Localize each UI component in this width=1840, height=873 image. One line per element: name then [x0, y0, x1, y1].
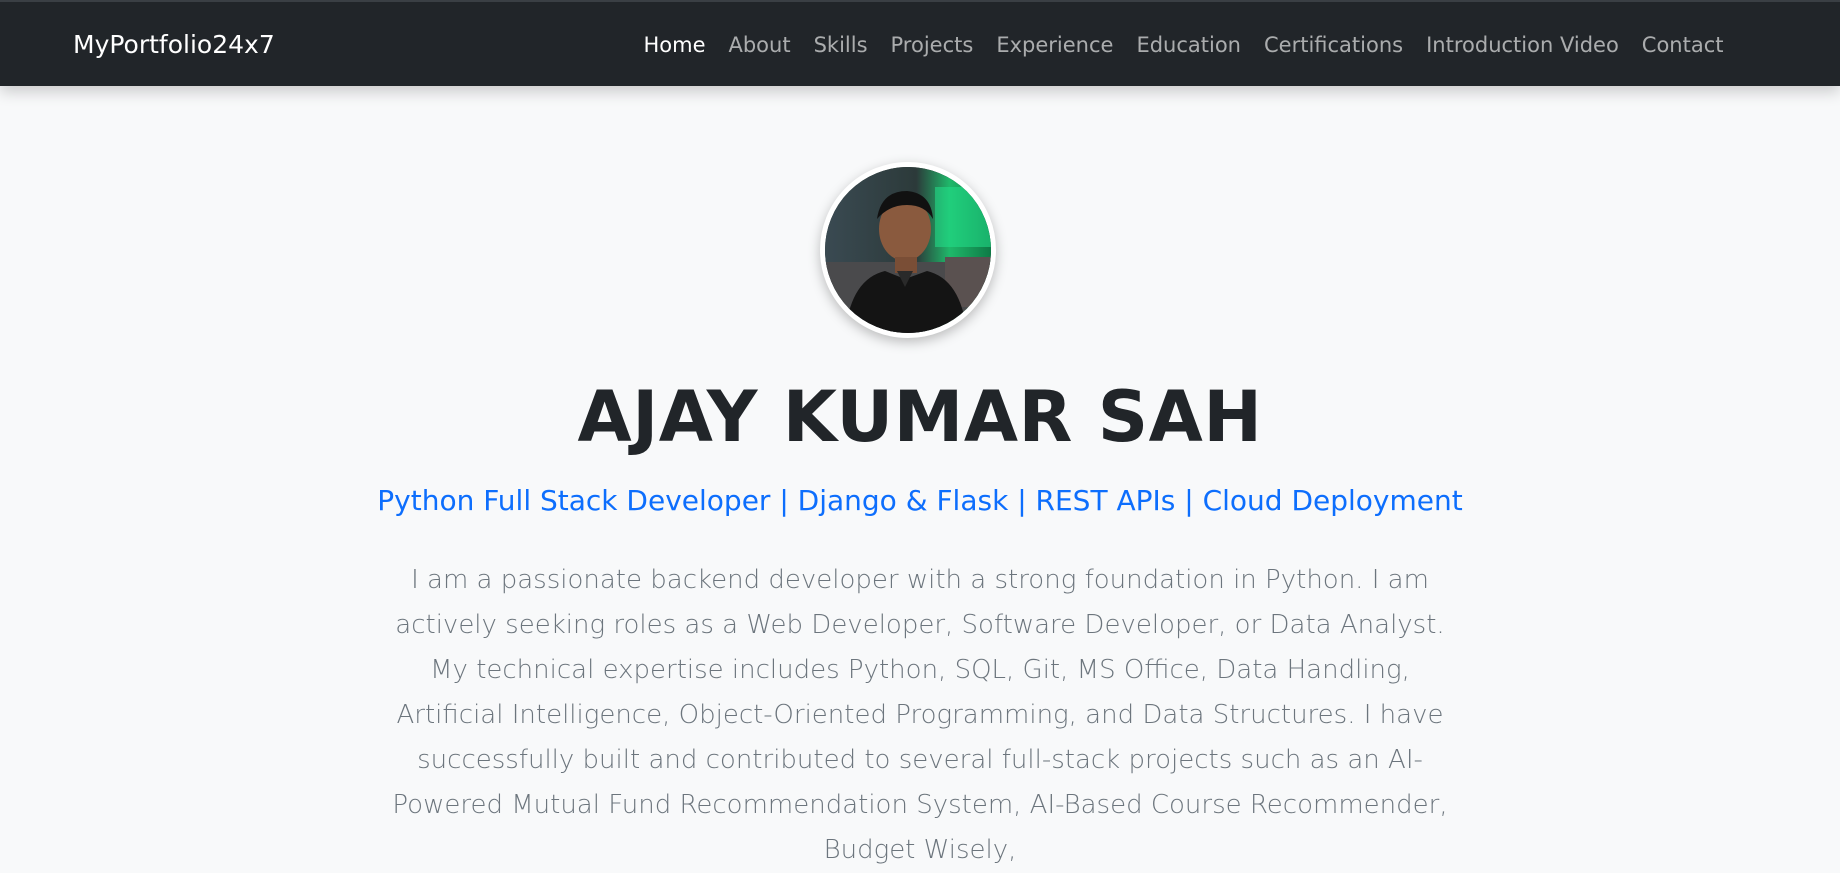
top-navbar: MyPortfolio24x7 Home About Skills Projec… [0, 0, 1840, 86]
nav-item-skills: Skills [802, 33, 879, 57]
nav-link-about[interactable]: About [717, 33, 802, 57]
bio-paragraph: I am a passionate backend developer with… [392, 565, 1448, 865]
nav-item-home: Home [632, 33, 717, 57]
nav-link-experience[interactable]: Experience [985, 33, 1125, 57]
nav-link-certifications[interactable]: Certifications [1253, 33, 1415, 57]
nav-item-introduction-video: Introduction Video [1415, 33, 1631, 57]
nav-item-projects: Projects [879, 33, 985, 57]
nav-item-education: Education [1125, 33, 1253, 57]
nav-link-skills[interactable]: Skills [802, 33, 879, 57]
profile-avatar [820, 162, 996, 338]
page-title-name: AJAY KUMAR SAH [577, 376, 1263, 458]
nav-link-home[interactable]: Home [632, 33, 717, 57]
nav-item-contact: Contact [1630, 33, 1735, 57]
nav-menu: Home About Skills Projects Experience Ed… [632, 2, 1735, 88]
brand-logo-link[interactable]: MyPortfolio24x7 [73, 2, 275, 88]
profile-photo-image [825, 167, 991, 333]
nav-link-introduction-video[interactable]: Introduction Video [1415, 33, 1631, 57]
nav-link-education[interactable]: Education [1125, 33, 1253, 57]
nav-item-about: About [717, 33, 802, 57]
nav-item-certifications: Certifications [1253, 33, 1415, 57]
nav-item-experience: Experience [985, 33, 1125, 57]
nav-link-projects[interactable]: Projects [879, 33, 985, 57]
job-title-tagline: Python Full Stack Developer | Django & F… [377, 484, 1463, 517]
hero-section: AJAY KUMAR SAH Python Full Stack Develop… [0, 86, 1840, 865]
nav-link-contact[interactable]: Contact [1630, 33, 1735, 57]
